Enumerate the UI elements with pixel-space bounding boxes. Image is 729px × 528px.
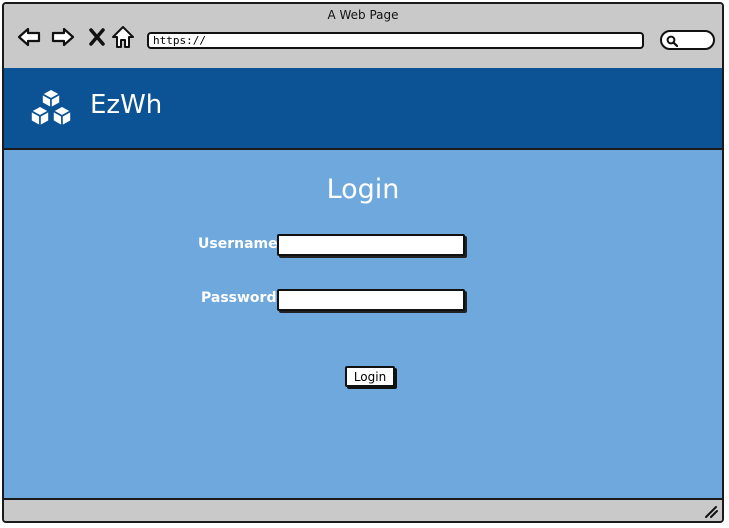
username-field[interactable]: [277, 234, 465, 256]
forward-icon[interactable]: [50, 24, 76, 50]
page-title: Login: [326, 174, 400, 205]
address-bar[interactable]: [147, 32, 644, 49]
cubes-icon: [30, 88, 72, 127]
login-button[interactable]: Login: [345, 366, 395, 387]
username-label: Username: [198, 236, 278, 252]
close-icon[interactable]: [84, 24, 110, 50]
back-icon[interactable]: [16, 24, 42, 50]
password-label: Password: [201, 290, 277, 306]
search-icon: [666, 35, 678, 47]
resize-grip-icon[interactable]: [703, 503, 719, 519]
browser-window: A Web Page https:// EzWh Login Username …: [2, 2, 724, 523]
login-panel: Login Username Password Login: [4, 148, 722, 502]
home-icon[interactable]: [110, 24, 136, 50]
window-title: A Web Page: [327, 8, 399, 22]
app-header: EzWh: [4, 68, 722, 148]
search-field[interactable]: [660, 30, 715, 50]
status-bar: [4, 498, 722, 521]
browser-toolbar: A Web Page: [4, 4, 722, 68]
password-field[interactable]: [277, 289, 465, 311]
brand-name: EzWh: [90, 90, 163, 120]
